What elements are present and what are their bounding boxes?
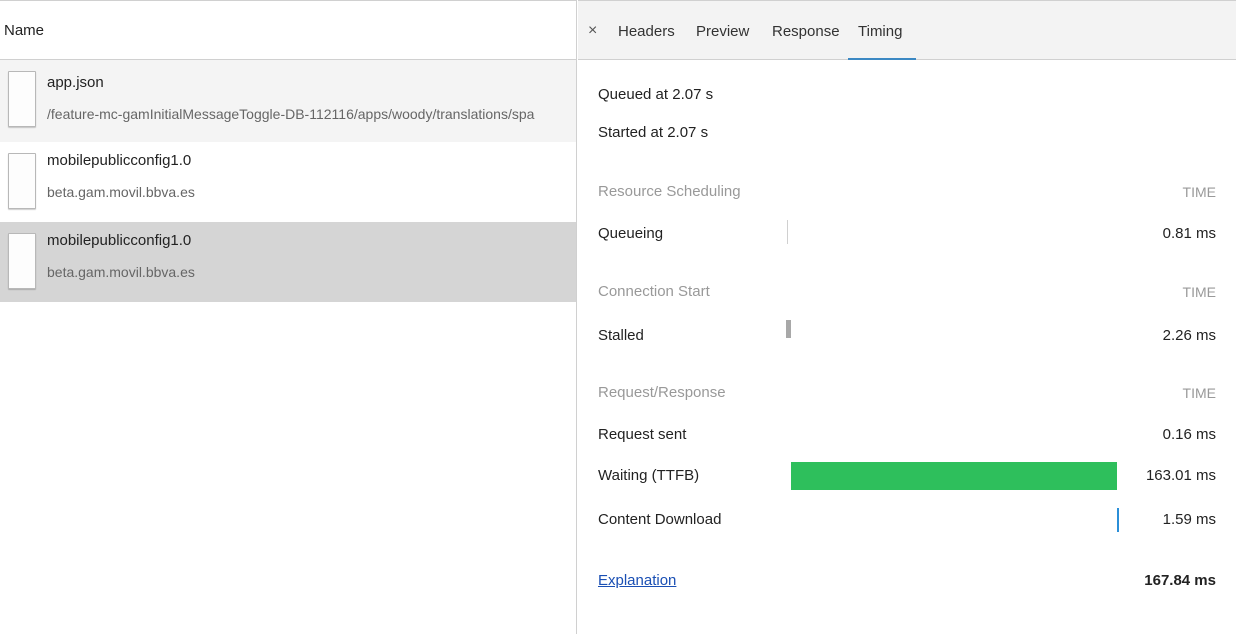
- queued-at-text: Queued at 2.07 s: [598, 86, 714, 103]
- started-at-text: Started at 2.07 s: [598, 124, 709, 141]
- timing-bar-waiting: [791, 462, 1117, 490]
- timing-bar-queueing: [787, 220, 788, 244]
- section-title-connection-start: Connection Start: [598, 283, 710, 300]
- details-tabbar: × Headers Preview Response Timing: [578, 0, 1236, 60]
- time-column-label: TIME: [1182, 284, 1216, 300]
- request-domain: beta.gam.movil.bbva.es: [47, 264, 195, 280]
- timing-bar-stalled: [786, 320, 791, 338]
- request-row[interactable]: mobilepublicconfig1.0 beta.gam.movil.bbv…: [0, 142, 576, 222]
- tab-preview[interactable]: Preview: [696, 23, 749, 40]
- request-path: /feature-mc-gamInitialMessageToggle-DB-1…: [47, 106, 535, 122]
- timing-bar-request-sent: [790, 424, 791, 444]
- timing-label-stalled: Stalled: [598, 327, 644, 344]
- total-time: 167.84 ms: [1144, 572, 1216, 589]
- timing-value-waiting: 163.01 ms: [1145, 467, 1216, 484]
- name-column-label: Name: [4, 21, 45, 39]
- timing-value-queueing: 0.81 ms: [1162, 225, 1216, 242]
- timing-label-queueing: Queueing: [598, 225, 664, 242]
- request-row-selected[interactable]: mobilepublicconfig1.0 beta.gam.movil.bbv…: [0, 222, 576, 302]
- file-icon: [8, 233, 36, 289]
- tab-timing[interactable]: Timing: [858, 23, 902, 40]
- request-name: mobilepublicconfig1.0: [47, 152, 192, 169]
- timing-value-content-download: 1.59 ms: [1162, 511, 1216, 528]
- active-tab-indicator: [848, 58, 916, 60]
- section-title-request-response: Request/Response: [598, 384, 726, 401]
- request-name: mobilepublicconfig1.0: [47, 232, 192, 249]
- file-icon: [8, 153, 36, 209]
- timing-value-stalled: 2.26 ms: [1162, 327, 1216, 344]
- timing-label-request-sent: Request sent: [598, 426, 687, 443]
- name-column-header[interactable]: Name: [0, 0, 576, 60]
- file-icon: [8, 71, 36, 127]
- request-list-pane: Name app.json /feature-mc-gamInitialMess…: [0, 0, 577, 634]
- timing-label-content-download: Content Download: [598, 511, 722, 528]
- explanation-link[interactable]: Explanation: [598, 572, 676, 589]
- request-name: app.json: [47, 74, 104, 91]
- timing-bar-content-download: [1117, 508, 1119, 532]
- section-title-resource-scheduling: Resource Scheduling: [598, 183, 741, 200]
- timing-label-waiting: Waiting (TTFB): [598, 467, 700, 484]
- tab-response[interactable]: Response: [772, 23, 840, 40]
- details-pane: × Headers Preview Response Timing Queued…: [578, 0, 1236, 634]
- request-row[interactable]: app.json /feature-mc-gamInitialMessageTo…: [0, 60, 576, 142]
- request-domain: beta.gam.movil.bbva.es: [47, 184, 195, 200]
- timing-value-request-sent: 0.16 ms: [1162, 426, 1216, 443]
- tab-headers[interactable]: Headers: [618, 23, 675, 40]
- time-column-label: TIME: [1182, 184, 1216, 200]
- close-icon[interactable]: ×: [588, 22, 597, 40]
- time-column-label: TIME: [1182, 385, 1216, 401]
